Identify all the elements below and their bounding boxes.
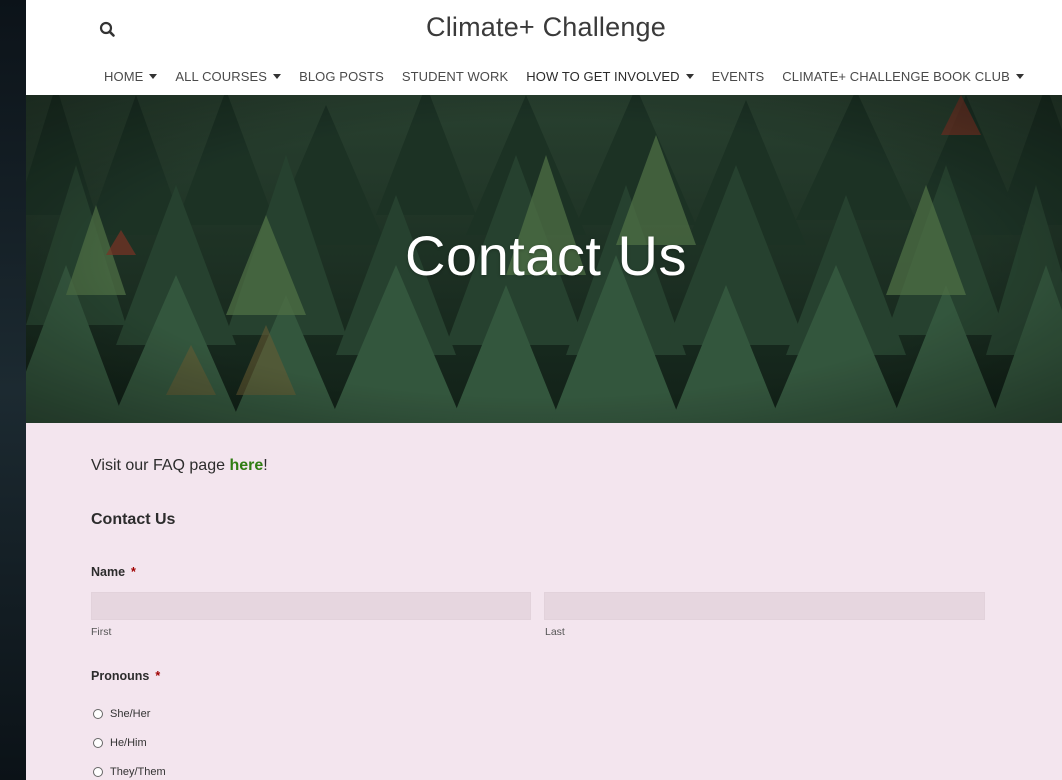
faq-line: Visit our FAQ page here! xyxy=(91,457,268,475)
caret-down-icon xyxy=(149,73,158,79)
page: Climate+ Challenge HOME ALL COURSES BLOG… xyxy=(26,0,1062,780)
radio-button[interactable] xyxy=(93,709,103,719)
faq-prefix: Visit our FAQ page xyxy=(91,457,230,474)
form-title: Contact Us xyxy=(91,511,176,528)
nav-item-label: ALL COURSES xyxy=(175,68,268,84)
faq-suffix: ! xyxy=(263,457,268,474)
hero-banner: Contact Us xyxy=(26,95,1062,423)
pronoun-option-he-him[interactable]: He/Him xyxy=(93,737,147,749)
last-name-input[interactable] xyxy=(544,592,985,620)
caret-down-icon xyxy=(1015,73,1024,79)
nav-item-events[interactable]: EVENTS xyxy=(712,69,765,84)
nav-item-home[interactable]: HOME xyxy=(104,68,158,84)
nav-item-all-courses[interactable]: ALL COURSES xyxy=(175,68,282,84)
nav-item-label: BLOG POSTS xyxy=(299,68,384,84)
nav-item-book-club[interactable]: CLIMATE+ CHALLENGE BOOK CLUB xyxy=(782,69,1024,84)
required-mark: * xyxy=(131,565,136,579)
site-title[interactable]: Climate+ Challenge xyxy=(26,12,1062,43)
pronouns-label-text: Pronouns xyxy=(91,669,150,683)
radio-button[interactable] xyxy=(93,738,103,748)
pronoun-option-she-her[interactable]: She/Her xyxy=(93,708,150,720)
faq-link[interactable]: here xyxy=(229,457,263,474)
nav-item-label: EVENTS xyxy=(711,68,765,84)
site-header: Climate+ Challenge HOME ALL COURSES BLOG… xyxy=(26,0,1062,95)
caret-down-icon xyxy=(685,73,694,79)
radio-label: She/Her xyxy=(110,708,151,720)
nav-item-label: CLIMATE+ CHALLENGE BOOK CLUB xyxy=(782,68,1010,84)
nav-item-label: HOW TO GET INVOLVED xyxy=(526,68,680,84)
name-label: Name * xyxy=(91,565,136,579)
page-title: Contact Us xyxy=(405,224,687,287)
name-label-text: Name xyxy=(91,565,126,579)
nav-item-label: HOME xyxy=(104,68,144,84)
radio-button[interactable] xyxy=(93,767,103,777)
radio-label: They/Them xyxy=(110,766,166,778)
required-mark: * xyxy=(155,669,161,683)
nav-item-label: STUDENT WORK xyxy=(401,68,509,84)
browser-edge xyxy=(0,0,26,780)
nav-item-blog-posts[interactable]: BLOG POSTS xyxy=(299,69,384,84)
main-nav: HOME ALL COURSES BLOG POSTS STUDENT WORK… xyxy=(104,66,1042,86)
radio-label: He/Him xyxy=(110,737,147,749)
first-name-input[interactable] xyxy=(91,592,531,620)
pronoun-option-they-them[interactable]: They/Them xyxy=(93,766,166,778)
last-sublabel: Last xyxy=(545,626,565,638)
nav-item-student-work[interactable]: STUDENT WORK xyxy=(402,69,508,84)
caret-down-icon xyxy=(273,73,282,79)
nav-item-how-to-get-involved[interactable]: HOW TO GET INVOLVED xyxy=(526,68,694,84)
first-sublabel: First xyxy=(91,626,112,638)
pronouns-label: Pronouns * xyxy=(91,669,160,683)
